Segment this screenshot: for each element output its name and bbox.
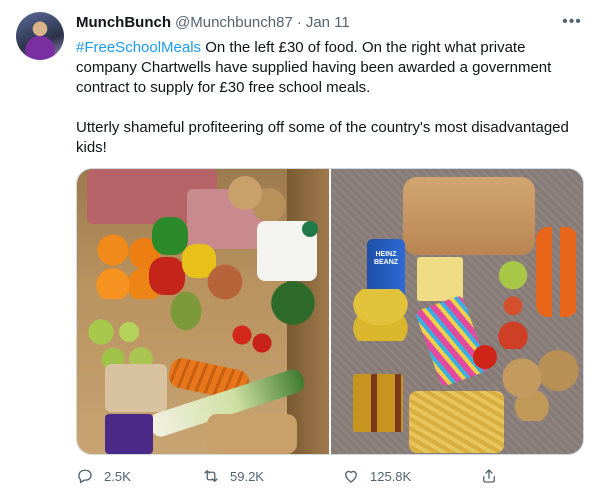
onions bbox=[207, 264, 252, 309]
carrots-right bbox=[536, 227, 578, 317]
retweet-icon[interactable] bbox=[202, 467, 220, 485]
chocolate-bar bbox=[105, 414, 153, 454]
apples-right bbox=[493, 259, 533, 349]
tweet-paragraph-2: Utterly shameful profiteering off some o… bbox=[76, 119, 569, 156]
bean-can-label-line2: BEANZ bbox=[373, 259, 399, 266]
reply-icon[interactable] bbox=[76, 467, 94, 485]
potatoes bbox=[227, 169, 287, 229]
display-name[interactable]: MunchBunch bbox=[76, 14, 171, 31]
photo-right-school-meals[interactable]: HEINZ BEANZ bbox=[331, 169, 583, 454]
bananas bbox=[333, 289, 428, 341]
retweet-count: 59.2K bbox=[230, 468, 264, 484]
share-action[interactable] bbox=[480, 462, 508, 490]
tomato-right bbox=[473, 345, 497, 369]
snack-bars bbox=[353, 374, 403, 432]
avatar[interactable] bbox=[16, 12, 64, 60]
eggs bbox=[105, 364, 167, 412]
like-count: 125.8K bbox=[370, 468, 412, 484]
pasta-bag bbox=[409, 391, 504, 453]
header-separator: · bbox=[296, 13, 302, 31]
user-handle[interactable]: @Munchbunch87 bbox=[175, 14, 293, 31]
tweet-text: #FreeSchoolMeals On the left £30 of food… bbox=[76, 38, 584, 158]
hashtag-link[interactable]: #FreeSchoolMeals bbox=[76, 39, 201, 56]
like-icon[interactable] bbox=[342, 467, 360, 485]
retweet-action[interactable]: 59.2K bbox=[202, 462, 264, 490]
like-action[interactable]: 125.8K bbox=[342, 462, 411, 490]
tweet-card[interactable]: MunchBunch @Munchbunch87 · Jan 11 ••• #F… bbox=[0, 0, 600, 500]
bread-loaf-left bbox=[207, 414, 297, 454]
tweet-paragraph-1: #FreeSchoolMeals On the left £30 of food… bbox=[76, 38, 584, 98]
bread-loaf bbox=[403, 177, 535, 255]
bean-can-label: HEINZ BEANZ bbox=[371, 251, 401, 267]
tweet-date[interactable]: Jan 11 bbox=[306, 14, 350, 31]
pears bbox=[162, 281, 210, 341]
tweet-actions: 2.5K 59.2K 125.8K bbox=[76, 462, 506, 490]
tweet-header: MunchBunch @Munchbunch87 · Jan 11 bbox=[76, 12, 350, 32]
media-grid: HEINZ BEANZ bbox=[76, 168, 584, 455]
reply-action[interactable]: 2.5K bbox=[76, 462, 131, 490]
reply-count: 2.5K bbox=[104, 468, 131, 484]
photo-left-groceries[interactable] bbox=[77, 169, 329, 454]
share-icon[interactable] bbox=[480, 467, 498, 485]
green-pepper bbox=[152, 217, 188, 255]
milk-cap bbox=[302, 221, 318, 237]
tomatoes bbox=[227, 319, 277, 359]
snack-sticks bbox=[414, 294, 490, 388]
more-icon[interactable]: ••• bbox=[560, 12, 584, 32]
potatoes-right bbox=[499, 349, 581, 421]
bean-can-label-line1: HEINZ bbox=[375, 251, 397, 258]
